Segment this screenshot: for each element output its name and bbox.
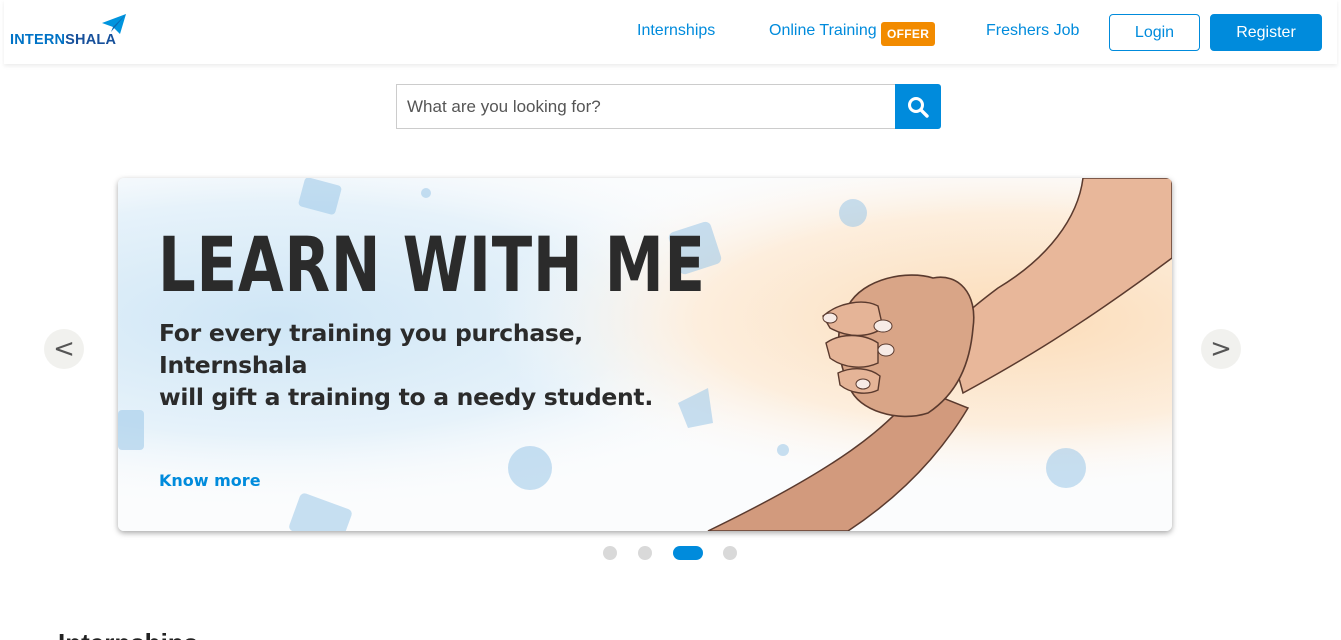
carousel-indicators [0, 545, 1341, 561]
slide-subtitle: For every training you purchase, Interns… [159, 317, 719, 413]
carousel-slide[interactable]: LEARN WITH ME For every training you pur… [118, 178, 1172, 531]
top-navbar: INTERNSHALA Internships Online Training … [4, 0, 1337, 64]
logo-text-intern: INTERN [10, 32, 66, 48]
internshala-logo[interactable]: INTERNSHALA [10, 14, 130, 50]
search-icon [908, 96, 929, 118]
carousel-next-button[interactable]: > [1201, 329, 1241, 369]
carousel-dot-3[interactable] [673, 546, 703, 560]
paper-plane-icon [102, 14, 126, 34]
register-button[interactable]: Register [1210, 14, 1322, 51]
know-more-link[interactable]: Know more [159, 471, 261, 490]
section-heading-internships: Internships [58, 628, 198, 640]
offer-badge: OFFER [881, 22, 936, 46]
nav-internships[interactable]: Internships [637, 22, 715, 40]
nav-online-training[interactable]: Online Training [769, 22, 877, 40]
logo-text-shala: SHALA [65, 32, 117, 48]
slide-title: LEARN WITH ME [158, 220, 706, 309]
logo-wordmark: INTERNSHALA [10, 32, 116, 48]
search-button[interactable] [895, 84, 941, 129]
carousel-dot-2[interactable] [638, 546, 652, 560]
carousel-dot-1[interactable] [603, 546, 617, 560]
slide-subtitle-line-1: For every training you purchase, Interns… [159, 319, 583, 379]
login-button[interactable]: Login [1109, 14, 1200, 51]
carousel-dot-4[interactable] [723, 546, 737, 560]
carousel-prev-button[interactable]: < [44, 329, 84, 369]
nav-freshers-job[interactable]: Freshers Job [986, 22, 1079, 40]
search-input[interactable] [396, 84, 896, 129]
slide-subtitle-line-2: will gift a training to a needy student. [159, 383, 653, 411]
search-bar [396, 84, 941, 129]
